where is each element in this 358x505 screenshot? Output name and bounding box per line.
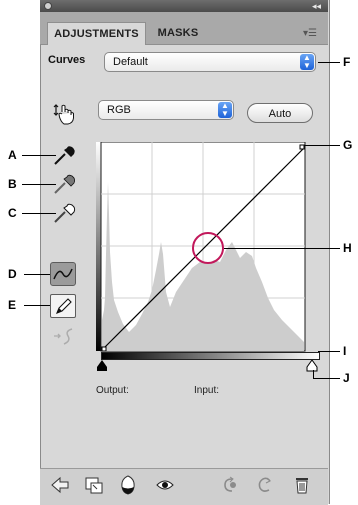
channel-select[interactable]: RGB ▲ ▼ [98,100,234,120]
curve-point-black[interactable] [101,346,107,352]
callout-line-e [24,305,50,306]
collapse-icon[interactable]: ◂◂ [312,0,321,12]
callout-line-f [318,62,340,63]
smooth-curve-icon[interactable] [52,326,78,348]
preset-value: Default [113,56,148,68]
curve-graph[interactable] [96,141,320,356]
edit-points-curve-tool[interactable] [50,262,76,286]
preset-select-arrow-icon: ▲ ▼ [300,54,314,70]
clip-to-layer-icon[interactable] [84,476,104,494]
auto-button[interactable]: Auto [247,103,313,123]
input-gradient-bar [101,352,320,360]
callout-a: A [8,148,17,162]
tab-masks[interactable]: MASKS [148,22,208,44]
callout-g: G [343,138,353,152]
view-previous-state-icon[interactable] [220,476,240,494]
callout-line-i [318,351,340,352]
panel-title-bar [40,0,328,12]
back-arrow-icon[interactable] [50,476,70,494]
visibility-eye-icon[interactable] [156,478,174,492]
draw-curve-pencil-tool[interactable] [50,294,76,318]
callout-j: J [343,371,350,385]
callout-h: H [343,241,352,255]
close-panel-button[interactable] [44,2,52,10]
channel-select-arrow-icon: ▲ ▼ [218,102,232,118]
callout-i: I [343,344,347,358]
callout-line-g [304,145,340,146]
black-input-slider[interactable] [96,360,108,372]
pencil-icon [56,298,72,314]
trash-icon[interactable] [294,475,310,495]
callout-e: E [8,298,17,312]
callout-c: C [8,206,17,220]
callout-f: F [343,55,351,69]
callout-b: B [8,177,17,191]
layer-mask-icon[interactable] [120,475,136,495]
tab-adjustments[interactable]: ADJUSTMENTS [47,22,146,45]
targeted-adjustment-hand-icon[interactable] [52,102,76,126]
callout-line-c [22,213,56,214]
curves-label: Curves [48,54,86,66]
callout-line-j-vertical [313,370,314,378]
callout-line-h [224,248,340,249]
callout-d: D [8,267,17,281]
input-label: Input: [194,385,220,396]
callout-line-j [313,378,340,379]
panel-menu-icon[interactable]: ▾☰ [303,28,317,39]
curve-icon [53,268,73,280]
reset-icon[interactable] [256,476,274,494]
output-label: Output: [96,385,129,396]
callout-line-d [24,274,50,275]
channel-value: RGB [107,104,131,116]
white-input-slider[interactable] [306,359,318,372]
preset-select[interactable]: Default ▲ ▼ [104,52,316,72]
output-gradient-bar [96,142,101,351]
callout-line-b [22,184,56,185]
callout-line-a [22,155,56,156]
